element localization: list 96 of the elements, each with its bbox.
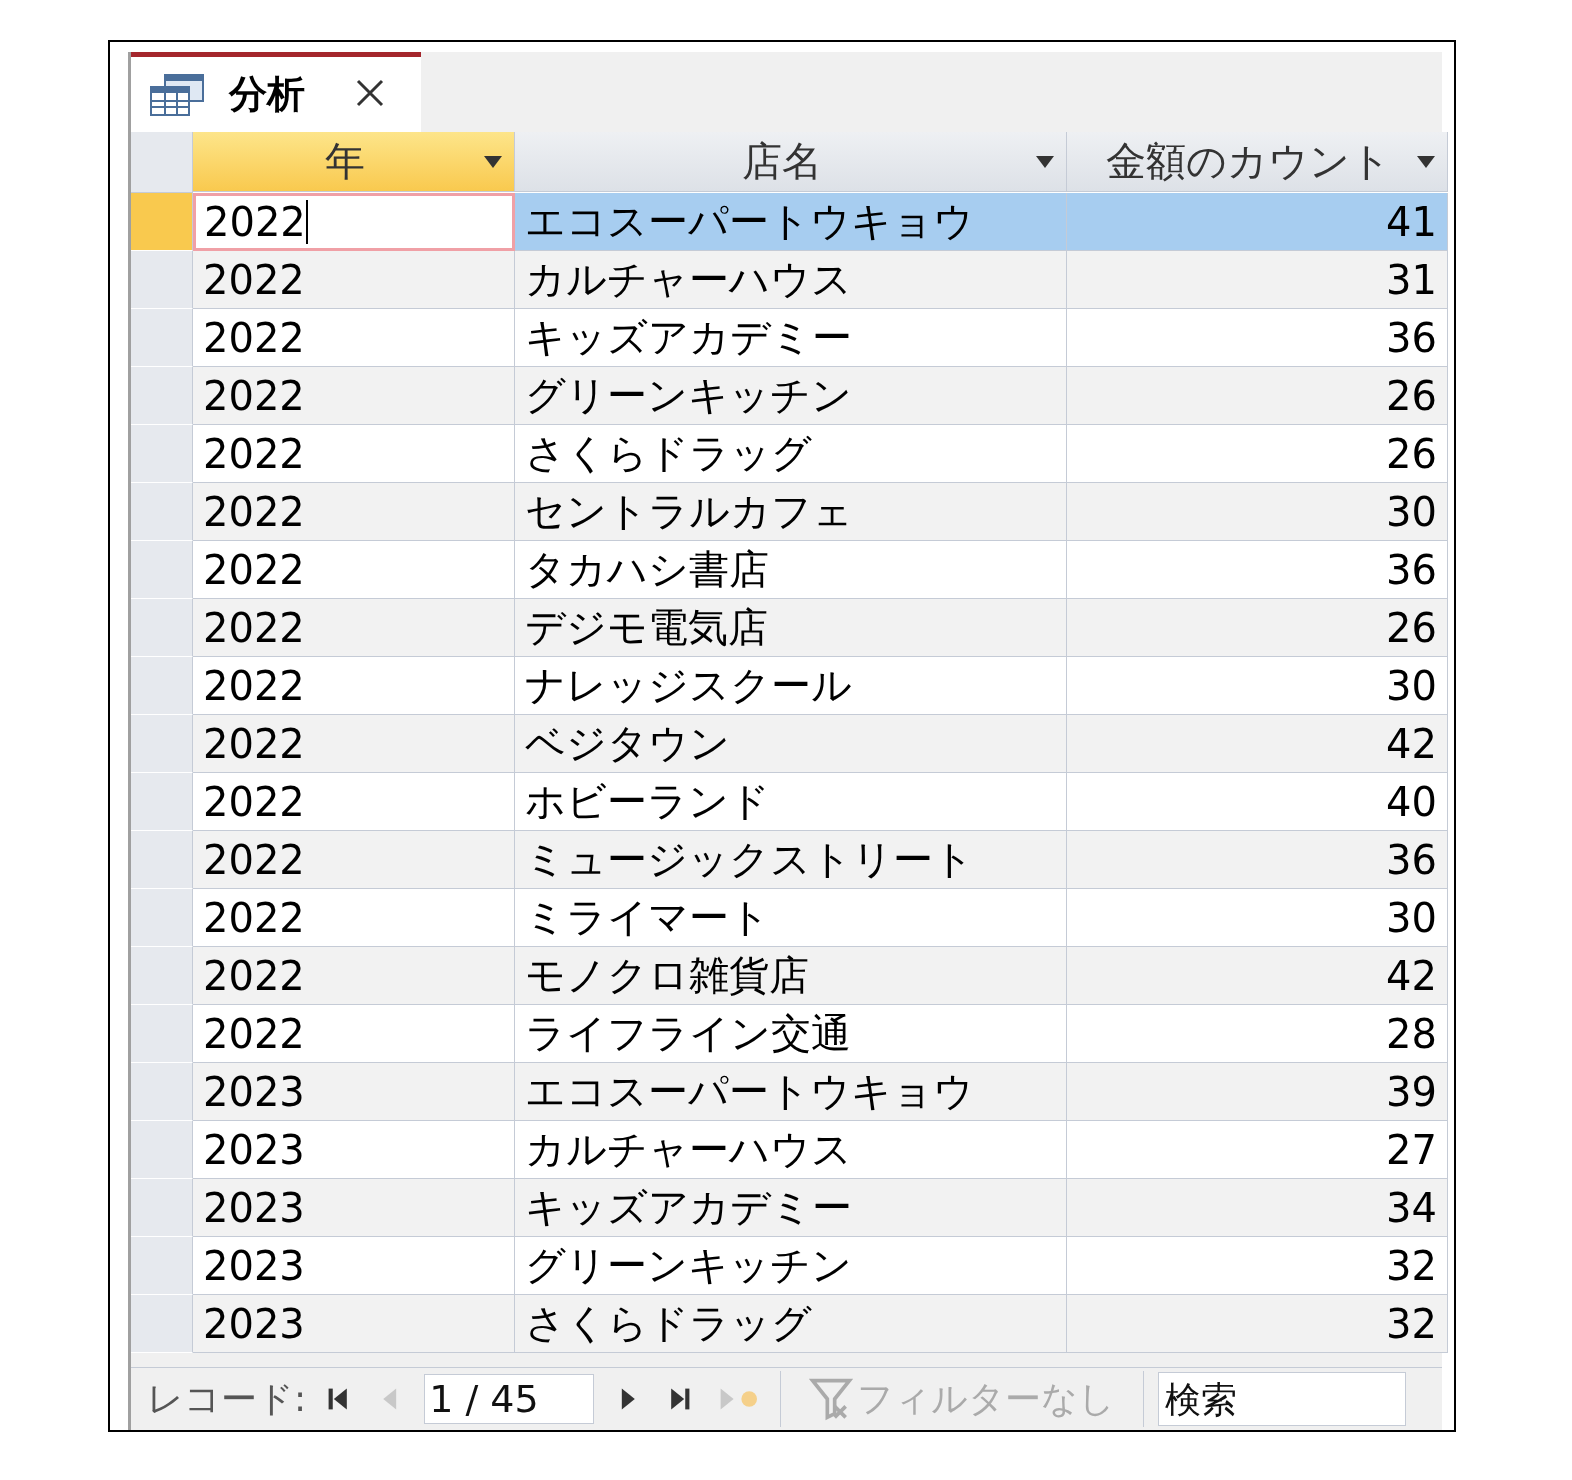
record-selector[interactable] <box>131 1237 193 1295</box>
tab-title: 分析 <box>229 71 305 118</box>
table-cell: 36 <box>1067 831 1448 889</box>
table-cell: 2022 <box>193 657 515 715</box>
table-cell: カルチャーハウス <box>515 1121 1067 1179</box>
record-label: レコード: <box>147 1376 307 1421</box>
record-selector[interactable] <box>131 367 193 425</box>
table-cell: エコスーパートウキョウ <box>515 1063 1067 1121</box>
table-cell: 2022 <box>193 947 515 1005</box>
table-cell: グリーンキッチン <box>515 1237 1067 1295</box>
table-cell: 34 <box>1067 1179 1448 1237</box>
table-cell: キッズアカデミー <box>515 1179 1067 1237</box>
table-cell: デジモ電気店 <box>515 599 1067 657</box>
table-cell: 39 <box>1067 1063 1448 1121</box>
column-header[interactable]: 年 <box>193 132 515 192</box>
record-selector[interactable] <box>131 773 193 831</box>
table-cell: 30 <box>1067 483 1448 541</box>
filter-icon <box>808 1377 853 1421</box>
record-selector[interactable] <box>131 1063 193 1121</box>
record-selector[interactable] <box>131 599 193 657</box>
table-cell: ベジタウン <box>515 715 1067 773</box>
table-cell: 2022 <box>193 715 515 773</box>
table-cell: 42 <box>1067 947 1448 1005</box>
table-cell: グリーンキッチン <box>515 367 1067 425</box>
dropdown-arrow-icon <box>1036 155 1054 168</box>
table-cell: 2022 <box>193 309 515 367</box>
table-cell: 2023 <box>193 1237 515 1295</box>
table-cell: 2022 <box>193 541 515 599</box>
dropdown-arrow-icon <box>484 155 502 168</box>
table-cell: 31 <box>1067 251 1448 309</box>
table-cell: 2023 <box>193 1179 515 1237</box>
dropdown-arrow-icon <box>1417 155 1435 168</box>
table-cell: 28 <box>1067 1005 1448 1063</box>
datasheet-icon <box>149 72 205 117</box>
table-cell: モノクロ雑貨店 <box>515 947 1067 1005</box>
record-selector[interactable] <box>131 425 193 483</box>
table-cell: ホビーランド <box>515 773 1067 831</box>
table-cell: 26 <box>1067 599 1448 657</box>
table-cell: 36 <box>1067 309 1448 367</box>
document-tab[interactable]: 分析 <box>131 52 421 132</box>
table-cell: 2022 <box>193 483 515 541</box>
table-cell: ライフライン交通 <box>515 1005 1067 1063</box>
record-selector[interactable] <box>131 1295 193 1353</box>
table-cell: 27 <box>1067 1121 1448 1179</box>
table-cell: カルチャーハウス <box>515 251 1067 309</box>
table-cell[interactable]: 2022 <box>193 193 515 251</box>
table-cell: 2022 <box>193 367 515 425</box>
record-selector[interactable] <box>131 193 193 251</box>
record-selector[interactable] <box>131 251 193 309</box>
table-cell: さくらドラッグ <box>515 425 1067 483</box>
table-cell: ミライマート <box>515 889 1067 947</box>
table-cell: 26 <box>1067 425 1448 483</box>
select-all-corner[interactable] <box>131 132 193 193</box>
table-cell: 2022 <box>193 1005 515 1063</box>
new-record-icon <box>718 1386 760 1412</box>
record-selector[interactable] <box>131 947 193 1005</box>
table-cell: 2023 <box>193 1121 515 1179</box>
record-selector[interactable] <box>131 889 193 947</box>
table-cell: エコスーパートウキョウ <box>515 193 1067 251</box>
table-cell: 2022 <box>193 773 515 831</box>
table-cell: 30 <box>1067 657 1448 715</box>
table-cell: 2022 <box>193 889 515 947</box>
record-selector[interactable] <box>131 483 193 541</box>
record-selector[interactable] <box>131 831 193 889</box>
table-cell: 2022 <box>193 251 515 309</box>
record-selector[interactable] <box>131 657 193 715</box>
table-cell: キッズアカデミー <box>515 309 1067 367</box>
record-selector[interactable] <box>131 1121 193 1179</box>
table-cell: 2022 <box>193 831 515 889</box>
table-cell: 2022 <box>193 599 515 657</box>
search-field[interactable]: 検索 <box>1157 1372 1406 1426</box>
column-header[interactable]: 店名 <box>515 132 1067 192</box>
record-selector[interactable] <box>131 1005 193 1063</box>
table-cell: タカハシ書店 <box>515 541 1067 599</box>
table-cell: 2023 <box>193 1295 515 1353</box>
record-selector[interactable] <box>131 1179 193 1237</box>
table-cell: 41 <box>1067 193 1448 251</box>
text-cursor <box>305 200 308 244</box>
record-selector[interactable] <box>131 309 193 367</box>
table-cell: ナレッジスクール <box>515 657 1067 715</box>
table-cell: 30 <box>1067 889 1448 947</box>
record-position-field[interactable]: 1 / 45 <box>424 1374 595 1424</box>
table-cell: ミュージックストリート <box>515 831 1067 889</box>
record-selector[interactable] <box>131 715 193 773</box>
table-cell: 2022 <box>193 425 515 483</box>
table-cell: 32 <box>1067 1237 1448 1295</box>
table-cell: 36 <box>1067 541 1448 599</box>
column-header[interactable]: 金額のカウント <box>1067 132 1448 192</box>
record-selector[interactable] <box>131 541 193 599</box>
table-cell: 26 <box>1067 367 1448 425</box>
table-cell: 42 <box>1067 715 1448 773</box>
table-cell: 32 <box>1067 1295 1448 1353</box>
table-cell: 40 <box>1067 773 1448 831</box>
table-cell: さくらドラッグ <box>515 1295 1067 1353</box>
table-cell: セントラルカフェ <box>515 483 1067 541</box>
table-cell: 2023 <box>193 1063 515 1121</box>
